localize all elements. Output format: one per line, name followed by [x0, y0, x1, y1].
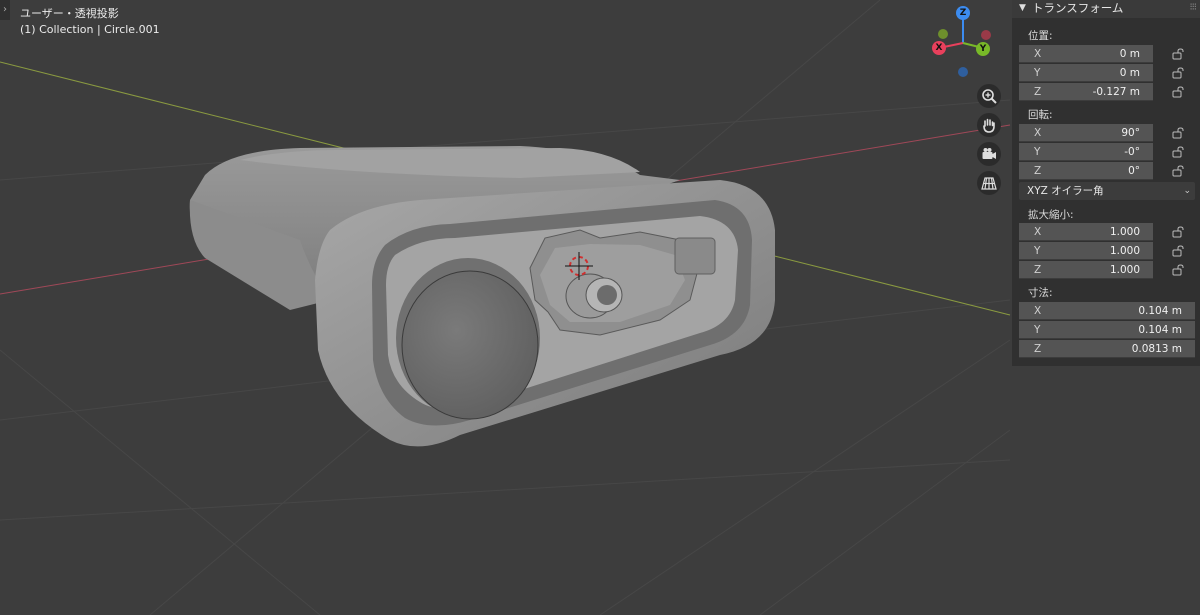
rotation-mode-dropdown[interactable]: XYZ オイラー角 ⌄ — [1019, 182, 1195, 200]
panel-title: トランスフォーム — [1032, 1, 1124, 15]
view-title: ユーザー・透視投影 — [20, 7, 119, 20]
lock-open-icon[interactable] — [1172, 226, 1186, 238]
axis-label: Y — [1034, 324, 1041, 336]
camera-icon[interactable] — [977, 142, 1001, 166]
drag-grip-icon[interactable]: ⁝⁝⁝ — [1189, 0, 1196, 16]
zoom-icon[interactable] — [977, 84, 1001, 108]
axis-label: X — [1034, 226, 1042, 238]
dimensions-z-field[interactable]: Z 0.0813 m — [1019, 340, 1195, 358]
gizmo-x-axis[interactable]: X — [932, 41, 946, 55]
location-label: 位置: — [1028, 30, 1053, 42]
field-value: 1.000 — [1109, 264, 1140, 276]
rotation-z-field[interactable]: Z 0° — [1019, 162, 1153, 180]
axis-label: Y — [1034, 67, 1041, 79]
lock-open-icon[interactable] — [1172, 48, 1186, 60]
axis-label: Z — [1034, 343, 1042, 355]
field-value: 0 m — [1119, 48, 1140, 60]
gizmo-z-axis[interactable]: Z — [956, 6, 970, 20]
location-y-field[interactable]: Y 0 m — [1019, 64, 1153, 82]
lock-open-icon[interactable] — [1172, 67, 1186, 79]
panel-header[interactable]: ▼ トランスフォーム ⁝⁝⁝ — [1012, 0, 1200, 18]
grid-ortho-icon[interactable] — [977, 171, 1001, 195]
scale-x-field[interactable]: X 1.000 — [1019, 223, 1153, 241]
field-value: -0° — [1124, 146, 1140, 158]
scale-label: 拡大縮小: — [1028, 209, 1074, 221]
rotation-y-field[interactable]: Y -0° — [1019, 143, 1153, 161]
mesh-object — [189, 146, 775, 447]
rotation-x-field[interactable]: X 90° — [1019, 124, 1153, 142]
chevron-down-icon: ⌄ — [1183, 186, 1191, 196]
field-value: 0.104 m — [1138, 324, 1182, 336]
field-value: 1.000 — [1109, 245, 1140, 257]
axis-label: Y — [1034, 245, 1041, 257]
lock-open-icon[interactable] — [1172, 146, 1186, 158]
dimensions-y-field[interactable]: Y 0.104 m — [1019, 321, 1195, 339]
axis-label: Z — [1034, 86, 1042, 98]
rotation-mode-value: XYZ オイラー角 — [1027, 185, 1104, 197]
scale-y-field[interactable]: Y 1.000 — [1019, 242, 1153, 260]
axis-label: Y — [1034, 146, 1041, 158]
scale-z-field[interactable]: Z 1.000 — [1019, 261, 1153, 279]
axis-label: X — [1034, 48, 1042, 60]
axis-label: X — [1034, 305, 1042, 317]
axis-label: X — [1034, 127, 1042, 139]
axis-label: Z — [1034, 165, 1042, 177]
field-value: -0.127 m — [1092, 86, 1140, 98]
field-value: 0 m — [1119, 67, 1140, 79]
field-value: 0.0813 m — [1131, 343, 1182, 355]
lock-open-icon[interactable] — [1172, 127, 1186, 139]
active-collection-label: (1) Collection | Circle.001 — [20, 23, 160, 36]
lock-open-icon[interactable] — [1172, 86, 1186, 98]
field-value: 0.104 m — [1138, 305, 1182, 317]
collapse-triangle-icon[interactable]: ▼ — [1019, 0, 1026, 16]
lock-open-icon[interactable] — [1172, 165, 1186, 177]
field-value: 0° — [1128, 165, 1140, 177]
field-value: 90° — [1121, 127, 1140, 139]
lock-open-icon[interactable] — [1172, 264, 1186, 276]
pan-hand-icon[interactable] — [977, 113, 1001, 137]
toolbar-toggle-icon[interactable]: › — [0, 0, 10, 20]
field-value: 1.000 — [1109, 226, 1140, 238]
axis-label: Z — [1034, 264, 1042, 276]
location-x-field[interactable]: X 0 m — [1019, 45, 1153, 63]
dimensions-x-field[interactable]: X 0.104 m — [1019, 302, 1195, 320]
dimensions-label: 寸法: — [1028, 287, 1053, 299]
lock-open-icon[interactable] — [1172, 245, 1186, 257]
location-z-field[interactable]: Z -0.127 m — [1019, 83, 1153, 101]
gizmo-y-axis[interactable]: Y — [976, 42, 990, 56]
rotation-label: 回転: — [1028, 109, 1053, 121]
